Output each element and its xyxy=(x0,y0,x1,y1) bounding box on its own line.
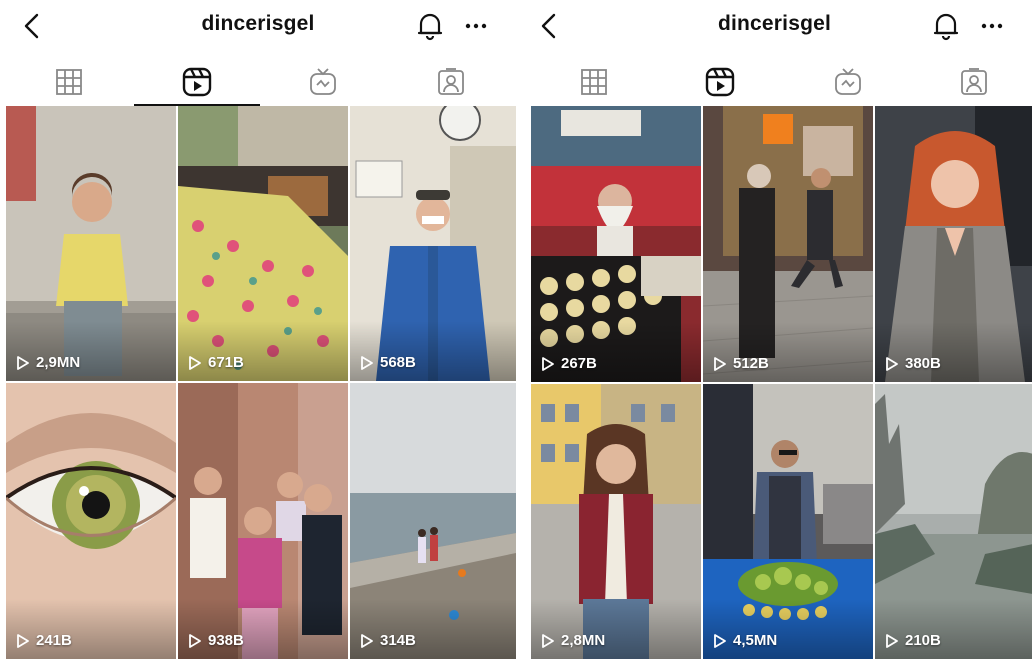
tile-gradient xyxy=(178,321,348,381)
tile-gradient xyxy=(350,321,516,381)
view-count: 671B xyxy=(188,354,244,371)
reel-tile[interactable]: 2,8MN xyxy=(531,384,701,659)
view-count: 210B xyxy=(885,632,941,649)
notifications-button[interactable] xyxy=(928,8,964,44)
tab-tagged[interactable] xyxy=(911,58,1032,106)
grid-icon xyxy=(581,69,607,95)
view-count: 4,5MN xyxy=(713,632,777,649)
view-count-label: 210B xyxy=(905,632,941,649)
tile-gradient xyxy=(178,599,348,659)
tab-posts-grid[interactable] xyxy=(6,58,132,106)
tile-gradient xyxy=(875,322,1032,382)
reel-tile[interactable]: 241B xyxy=(6,383,176,659)
view-count-label: 2,8MN xyxy=(561,632,606,649)
play-icon xyxy=(17,355,29,370)
bell-icon xyxy=(933,13,959,41)
reel-tile[interactable]: 671B xyxy=(178,106,348,381)
view-count-label: 380B xyxy=(905,355,941,372)
view-count: 380B xyxy=(885,355,941,372)
top-bar: dincerisgel xyxy=(0,0,516,52)
play-icon xyxy=(189,355,201,370)
play-icon xyxy=(886,356,898,371)
tile-gradient xyxy=(6,321,176,381)
play-icon xyxy=(542,633,554,648)
profile-username: dincerisgel xyxy=(201,12,315,35)
more-options-button[interactable] xyxy=(974,8,1010,44)
view-count: 512B xyxy=(713,355,769,372)
view-count: 568B xyxy=(360,354,416,371)
tile-gradient xyxy=(703,322,873,382)
reel-tile[interactable]: 314B xyxy=(350,383,516,659)
profile-tabs xyxy=(517,58,1032,106)
view-count-label: 568B xyxy=(380,354,416,371)
reel-tile[interactable]: 380B xyxy=(875,106,1032,382)
view-count: 314B xyxy=(360,632,416,649)
reel-tile[interactable]: 267B xyxy=(531,106,701,382)
profile-username: dincerisgel xyxy=(717,12,832,35)
reel-tile[interactable]: 4,5MN xyxy=(703,384,873,659)
view-count: 267B xyxy=(541,355,597,372)
play-icon xyxy=(542,356,554,371)
chevron-left-icon xyxy=(24,13,39,39)
chevron-left-icon xyxy=(541,13,556,39)
notifications-button[interactable] xyxy=(412,8,448,44)
tab-reels[interactable] xyxy=(134,58,260,106)
tile-gradient xyxy=(875,599,1032,659)
reels-grid: 267B 512B 380B 2,8MN 4,5MN 210B xyxy=(531,106,1032,659)
top-bar: dincerisgel xyxy=(517,0,1032,52)
view-count-label: 938B xyxy=(208,632,244,649)
tab-posts-grid[interactable] xyxy=(531,58,657,106)
tagged-user-icon xyxy=(961,68,987,95)
tile-gradient xyxy=(350,599,516,659)
more-horizontal-icon xyxy=(981,23,1003,29)
tile-gradient xyxy=(6,599,176,659)
reels-icon xyxy=(705,67,735,97)
more-options-button[interactable] xyxy=(458,8,494,44)
play-icon xyxy=(361,633,373,648)
tile-gradient xyxy=(531,322,701,382)
reel-tile[interactable]: 938B xyxy=(178,383,348,659)
view-count-label: 4,5MN xyxy=(733,632,778,649)
tile-gradient xyxy=(703,599,873,659)
view-count-label: 2,9MN xyxy=(36,354,81,371)
view-count: 241B xyxy=(16,632,72,649)
play-icon xyxy=(361,355,373,370)
profile-panel-left: dincerisgel 2,9MN 671B 568B 241B 938B 31… xyxy=(0,0,516,659)
view-count: 2,9MN xyxy=(16,354,80,371)
play-icon xyxy=(714,633,726,648)
view-count-label: 671B xyxy=(208,354,244,371)
profile-panel-right: dincerisgel 267B 512B 380B 2,8MN 4,5MN 2… xyxy=(516,0,1032,659)
play-icon xyxy=(17,633,29,648)
bell-icon xyxy=(417,13,443,41)
igtv-icon xyxy=(835,68,861,95)
back-button[interactable] xyxy=(14,8,50,44)
reels-icon xyxy=(182,67,212,97)
play-icon xyxy=(714,356,726,371)
profile-tabs xyxy=(0,58,516,106)
view-count-label: 314B xyxy=(380,632,416,649)
tile-gradient xyxy=(531,599,701,659)
reel-tile[interactable]: 568B xyxy=(350,106,516,381)
tab-reels[interactable] xyxy=(657,58,783,106)
reel-tile[interactable]: 210B xyxy=(875,384,1032,659)
reels-grid: 2,9MN 671B 568B 241B 938B 314B xyxy=(6,106,516,659)
tab-tagged[interactable] xyxy=(388,58,514,106)
back-button[interactable] xyxy=(531,8,567,44)
grid-icon xyxy=(56,69,82,95)
view-count-label: 267B xyxy=(561,355,597,372)
reel-tile[interactable]: 512B xyxy=(703,106,873,382)
more-horizontal-icon xyxy=(465,23,487,29)
tagged-user-icon xyxy=(438,68,464,95)
tab-igtv[interactable] xyxy=(260,58,386,106)
play-icon xyxy=(886,633,898,648)
view-count-label: 241B xyxy=(36,632,72,649)
view-count: 2,8MN xyxy=(541,632,605,649)
reel-tile[interactable]: 2,9MN xyxy=(6,106,176,381)
tab-igtv[interactable] xyxy=(785,58,911,106)
view-count: 938B xyxy=(188,632,244,649)
igtv-icon xyxy=(310,68,336,95)
play-icon xyxy=(189,633,201,648)
view-count-label: 512B xyxy=(733,355,769,372)
